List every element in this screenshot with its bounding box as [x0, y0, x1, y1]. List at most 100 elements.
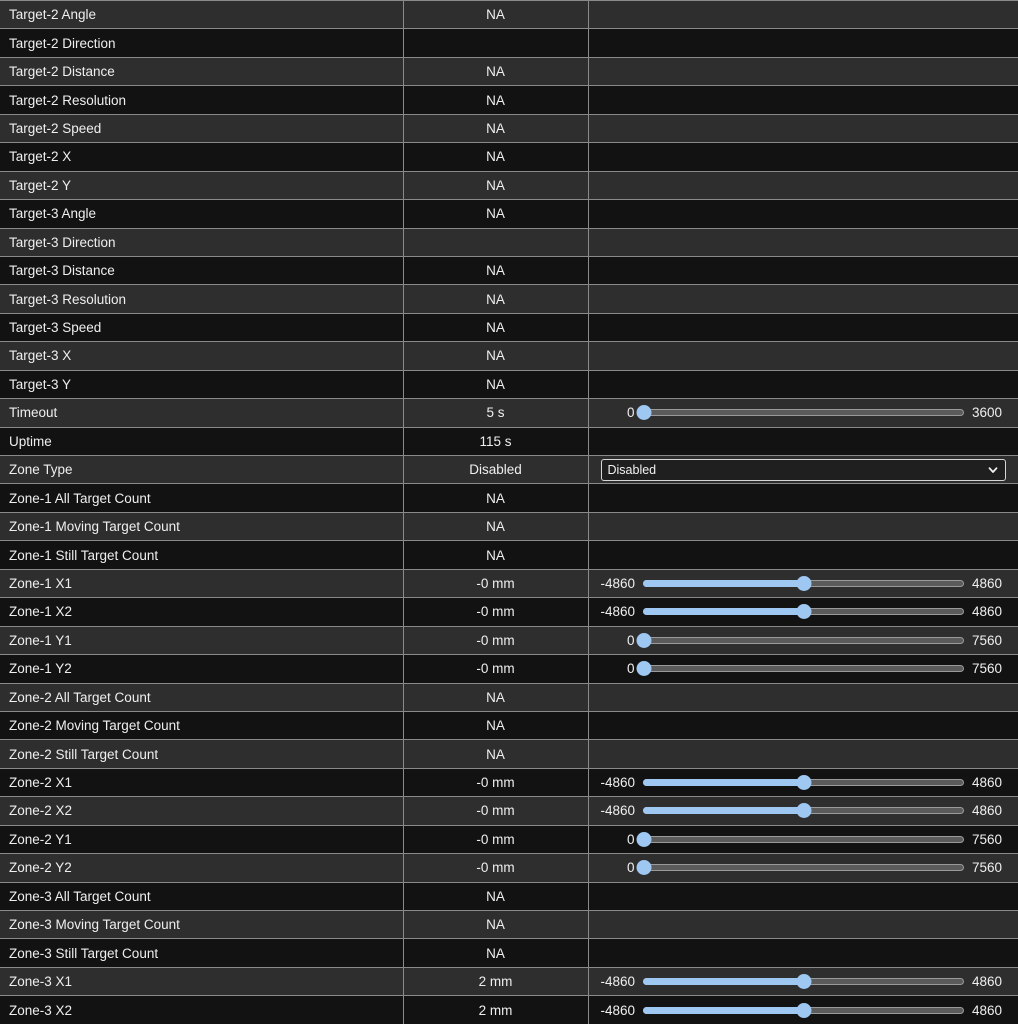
parameter-name-cell: Zone-3 Still Target Count [0, 939, 403, 967]
parameter-control-cell [588, 86, 1018, 114]
table-row: Zone-1 Still Target CountNA [0, 541, 1018, 569]
parameter-control-cell [588, 342, 1018, 370]
parameter-control-cell [588, 740, 1018, 768]
parameter-value-cell: NA [403, 342, 588, 370]
slider-track[interactable] [643, 661, 965, 677]
parameter-value-cell: 2 mm [403, 967, 588, 995]
slider-track-background [643, 637, 965, 644]
table-row: Target-3 DistanceNA [0, 256, 1018, 284]
slider-track[interactable] [643, 632, 965, 648]
slider-max-label: 4860 [972, 1003, 1006, 1018]
slider-min-label: -4860 [601, 1003, 636, 1018]
parameter-control-cell [588, 29, 1018, 57]
table-row: Zone-1 Moving Target CountNA [0, 512, 1018, 540]
slider-thumb[interactable] [637, 633, 652, 648]
slider-thumb[interactable] [637, 661, 652, 676]
parameter-control-cell [588, 484, 1018, 512]
parameter-control-cell [588, 200, 1018, 228]
range-slider[interactable]: 07560 [601, 661, 1007, 677]
slider-track[interactable] [643, 860, 965, 876]
table-row: Timeout5 s 03600 [0, 399, 1018, 427]
slider-track[interactable] [643, 775, 964, 791]
table-row: Zone-3 Moving Target CountNA [0, 911, 1018, 939]
parameter-name-cell: Timeout [0, 399, 403, 427]
parameter-control-cell: 07560 [588, 626, 1018, 654]
range-slider[interactable]: -4860 4860 [601, 604, 1007, 620]
parameter-name-cell: Target-2 Y [0, 171, 403, 199]
parameter-control-cell [588, 143, 1018, 171]
slider-thumb[interactable] [637, 860, 652, 875]
table-row: Zone-2 All Target CountNA [0, 683, 1018, 711]
range-slider[interactable]: 07560 [601, 860, 1007, 876]
parameter-value-cell: 5 s [403, 399, 588, 427]
slider-track-fill [643, 1007, 803, 1014]
slider-max-label: 4860 [972, 604, 1006, 619]
parameter-control-cell: -48604860 [588, 768, 1018, 796]
slider-track[interactable] [643, 803, 964, 819]
parameter-control-cell [588, 171, 1018, 199]
parameter-value-cell: NA [403, 143, 588, 171]
slider-thumb[interactable] [796, 604, 811, 619]
parameter-value-cell: NA [403, 114, 588, 142]
parameter-value-cell: NA [403, 256, 588, 284]
slider-track[interactable] [643, 974, 964, 990]
parameter-name-cell: Target-3 X [0, 342, 403, 370]
parameter-name-cell: Target-3 Angle [0, 200, 403, 228]
slider-track[interactable] [643, 405, 965, 421]
slider-max-label: 4860 [972, 576, 1006, 591]
slider-track[interactable] [643, 831, 965, 847]
parameter-control-cell: -48604860 [588, 569, 1018, 597]
slider-thumb[interactable] [796, 576, 811, 591]
table-row: Zone-2 Moving Target CountNA [0, 711, 1018, 739]
parameter-name-cell: Zone-2 Still Target Count [0, 740, 403, 768]
slider-thumb[interactable] [796, 1003, 811, 1018]
slider-track-fill [643, 580, 803, 587]
table-row: Target-3 ResolutionNA [0, 285, 1018, 313]
range-slider[interactable]: 03600 [601, 405, 1007, 421]
slider-track[interactable] [643, 1002, 964, 1018]
slider-min-label: 0 [601, 633, 635, 648]
slider-thumb[interactable] [637, 832, 652, 847]
parameter-name-cell: Zone-1 Still Target Count [0, 541, 403, 569]
slider-track[interactable] [643, 575, 964, 591]
range-slider[interactable]: -48604860 [601, 974, 1007, 990]
slider-thumb[interactable] [796, 775, 811, 790]
table-row: Zone-3 X12 mm-48604860 [0, 967, 1018, 995]
table-row: Zone-2 Y2-0 mm07560 [0, 854, 1018, 882]
slider-thumb[interactable] [796, 974, 811, 989]
parameter-name-cell: Zone-1 Y1 [0, 626, 403, 654]
parameter-value-cell: NA [403, 200, 588, 228]
table-row: Target-3 SpeedNA [0, 313, 1018, 341]
slider-thumb[interactable] [637, 405, 652, 420]
slider-max-label: 7560 [972, 661, 1006, 676]
slider-min-label: 0 [601, 405, 635, 420]
parameter-value-cell: Disabled [403, 456, 588, 484]
parameter-control-cell: 07560 [588, 854, 1018, 882]
slider-track[interactable] [643, 604, 964, 620]
parameter-name-cell: Zone-1 Y2 [0, 655, 403, 683]
range-slider[interactable]: 07560 [601, 632, 1007, 648]
table-row: Zone-1 Y1-0 mm 07560 [0, 626, 1018, 654]
parameter-value-cell: NA [403, 1, 588, 29]
range-slider[interactable]: -48604860 [601, 803, 1007, 819]
parameter-control-cell: 03600 [588, 399, 1018, 427]
range-slider[interactable]: -48604860 [601, 575, 1007, 591]
parameter-control-cell: -4860 4860 [588, 996, 1018, 1024]
slider-track-fill [643, 608, 803, 615]
parameter-value-cell: -0 mm [403, 626, 588, 654]
range-slider[interactable]: -4860 4860 [601, 1002, 1007, 1018]
parameter-control-cell: -48604860 [588, 797, 1018, 825]
range-slider[interactable]: 07560 [601, 831, 1007, 847]
table-row: Target-2 ResolutionNA [0, 86, 1018, 114]
parameter-name-cell: Zone-2 X1 [0, 768, 403, 796]
slider-min-label: -4860 [601, 604, 636, 619]
parameter-value-cell: NA [403, 512, 588, 540]
table-row: Zone TypeDisabledDisabled [0, 456, 1018, 484]
parameter-value-cell: -0 mm [403, 655, 588, 683]
slider-track-background [643, 836, 965, 843]
range-slider[interactable]: -48604860 [601, 775, 1007, 791]
slider-thumb[interactable] [796, 803, 811, 818]
zone-type-select[interactable]: Disabled [601, 459, 1007, 481]
parameter-name-cell: Zone-2 All Target Count [0, 683, 403, 711]
parameter-name-cell: Zone-3 All Target Count [0, 882, 403, 910]
